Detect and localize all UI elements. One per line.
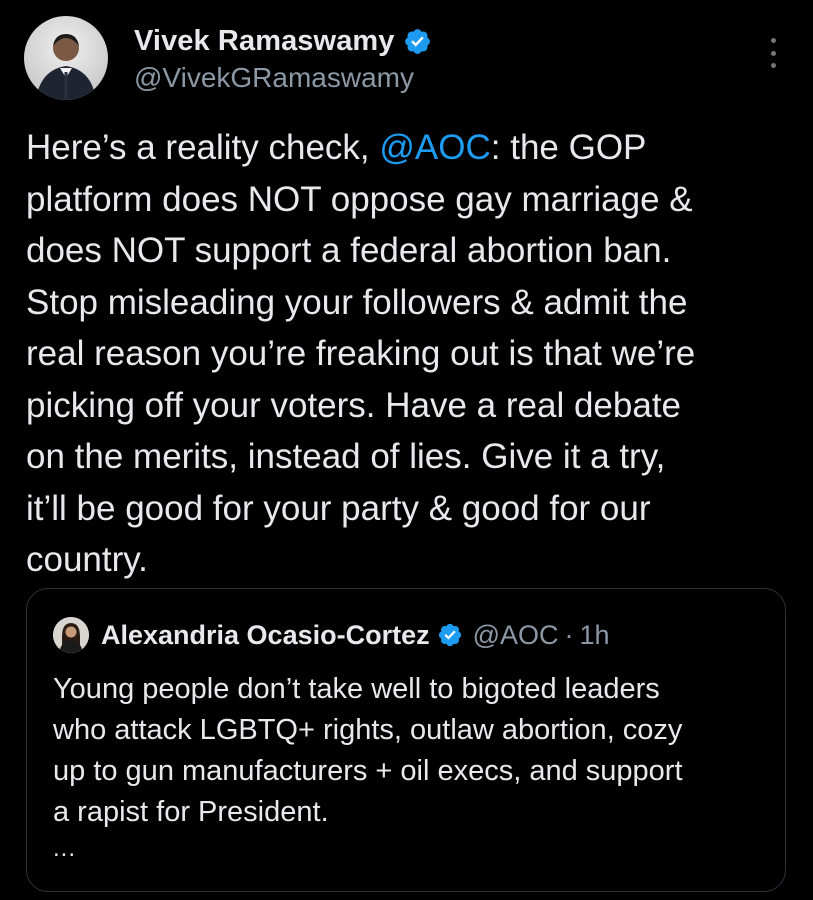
person-avatar-icon <box>53 617 89 653</box>
tweet-text: Here’s a reality check, @AOC: the GOP pl… <box>26 122 806 586</box>
author-display-name[interactable]: Vivek Ramaswamy <box>134 25 395 58</box>
tweet: Vivek Ramaswamy @VivekGRamaswamy Here’s … <box>0 0 813 900</box>
more-options-icon[interactable] <box>767 38 779 68</box>
display-name-row: Vivek Ramaswamy <box>134 22 432 60</box>
truncation-ellipsis: ... <box>53 835 77 862</box>
quoted-tweet-header: Alexandria Ocasio-Cortez @AOC · 1h <box>53 617 610 653</box>
author-avatar[interactable] <box>24 16 108 100</box>
separator-dot: · <box>564 619 574 650</box>
person-avatar-icon <box>36 34 96 100</box>
dot <box>770 50 776 56</box>
quoted-timestamp: 1h <box>579 619 610 650</box>
quoted-author-handle: @AOC <box>472 619 559 650</box>
quoted-author-avatar <box>53 617 89 653</box>
verified-badge-icon[interactable] <box>403 27 432 56</box>
dot <box>770 63 776 68</box>
tweet-text-rest: : the GOP platform does NOT oppose gay m… <box>26 128 696 579</box>
tweet-text-start: Here’s a reality check, <box>26 128 380 167</box>
quoted-author-name: Alexandria Ocasio-Cortez <box>101 619 430 650</box>
author-handle[interactable]: @VivekGRamaswamy <box>134 62 432 94</box>
mention-link[interactable]: @AOC <box>379 128 490 167</box>
quoted-tweet-text: Young people don’t take well to bigoted … <box>53 673 683 828</box>
quoted-tweet[interactable]: Alexandria Ocasio-Cortez @AOC · 1h Young… <box>26 588 786 892</box>
dot <box>770 38 776 43</box>
verified-badge-icon <box>438 623 461 647</box>
author-info: Vivek Ramaswamy @VivekGRamaswamy <box>134 22 432 94</box>
